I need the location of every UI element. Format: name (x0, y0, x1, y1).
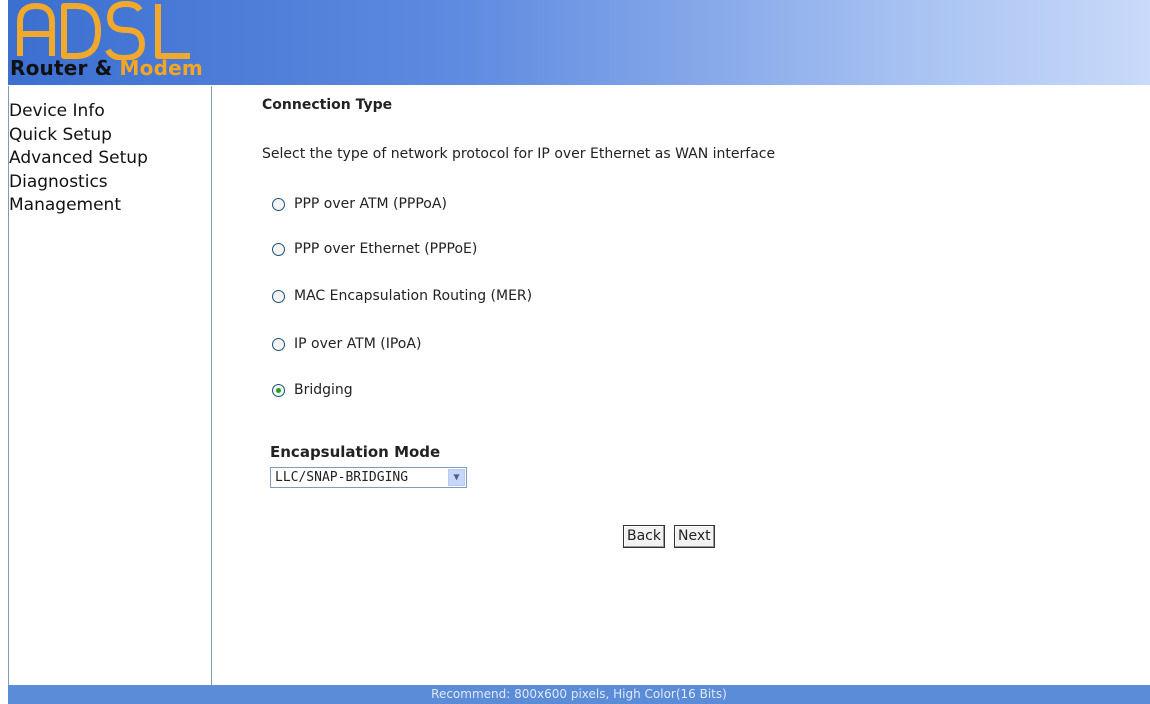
back-button[interactable]: Back (623, 525, 665, 548)
sidebar-menu: Device Info Quick Setup Advanced Setup D… (9, 100, 148, 218)
header-banner: Router & Modem (8, 0, 1150, 86)
radio-button-ipoa[interactable] (272, 337, 285, 351)
option-label: PPP over ATM (PPPoA) (294, 196, 447, 212)
option-label: PPP over Ethernet (PPPoE) (294, 241, 478, 257)
radio-button-mer[interactable] (272, 289, 285, 303)
radio-button-pppoe[interactable] (272, 242, 285, 256)
option-label: Bridging (294, 382, 353, 398)
adsl-logo-lettering (17, 1, 190, 60)
logo-caption-router: Router & (10, 56, 120, 80)
encapsulation-mode-select[interactable]: LLC/SNAP-BRIDGING ▼ (270, 467, 467, 488)
logo: Router & Modem (8, 0, 213, 85)
page-title: Connection Type (262, 97, 393, 113)
radio-button-bridging[interactable] (272, 383, 285, 397)
option-label: IP over ATM (IPoA) (294, 336, 422, 352)
option-ipoa[interactable]: IP over ATM (IPoA) (272, 336, 421, 352)
sidebar: Device Info Quick Setup Advanced Setup D… (9, 86, 212, 685)
encapsulation-mode-label: Encapsulation Mode (270, 443, 441, 461)
option-bridging[interactable]: Bridging (272, 382, 353, 398)
logo-caption: Router & Modem (10, 56, 203, 80)
option-mer[interactable]: MAC Encapsulation Routing (MER) (272, 288, 532, 304)
next-button[interactable]: Next (674, 525, 715, 548)
main-content: Connection Type Select the type of netwo… (212, 86, 1150, 685)
sidebar-item-management[interactable]: Management (9, 194, 148, 218)
option-pppoe[interactable]: PPP over Ethernet (PPPoE) (272, 241, 477, 257)
logo-caption-modem: Modem (119, 56, 203, 80)
radio-button-pppoa[interactable] (272, 197, 285, 211)
option-pppoa[interactable]: PPP over ATM (PPPoA) (272, 196, 447, 212)
chevron-down-icon[interactable]: ▼ (448, 469, 465, 486)
footer-recommendation: Recommend: 800x600 pixels, High Color(16… (8, 685, 1150, 704)
sidebar-item-quick-setup[interactable]: Quick Setup (9, 124, 148, 148)
sidebar-item-advanced-setup[interactable]: Advanced Setup (9, 147, 148, 171)
sidebar-item-device-info[interactable]: Device Info (9, 100, 148, 124)
encapsulation-mode-value: LLC/SNAP-BRIDGING (275, 470, 409, 485)
option-label: MAC Encapsulation Routing (MER) (294, 288, 533, 304)
sidebar-item-diagnostics[interactable]: Diagnostics (9, 171, 148, 195)
page-description: Select the type of network protocol for … (262, 146, 776, 162)
